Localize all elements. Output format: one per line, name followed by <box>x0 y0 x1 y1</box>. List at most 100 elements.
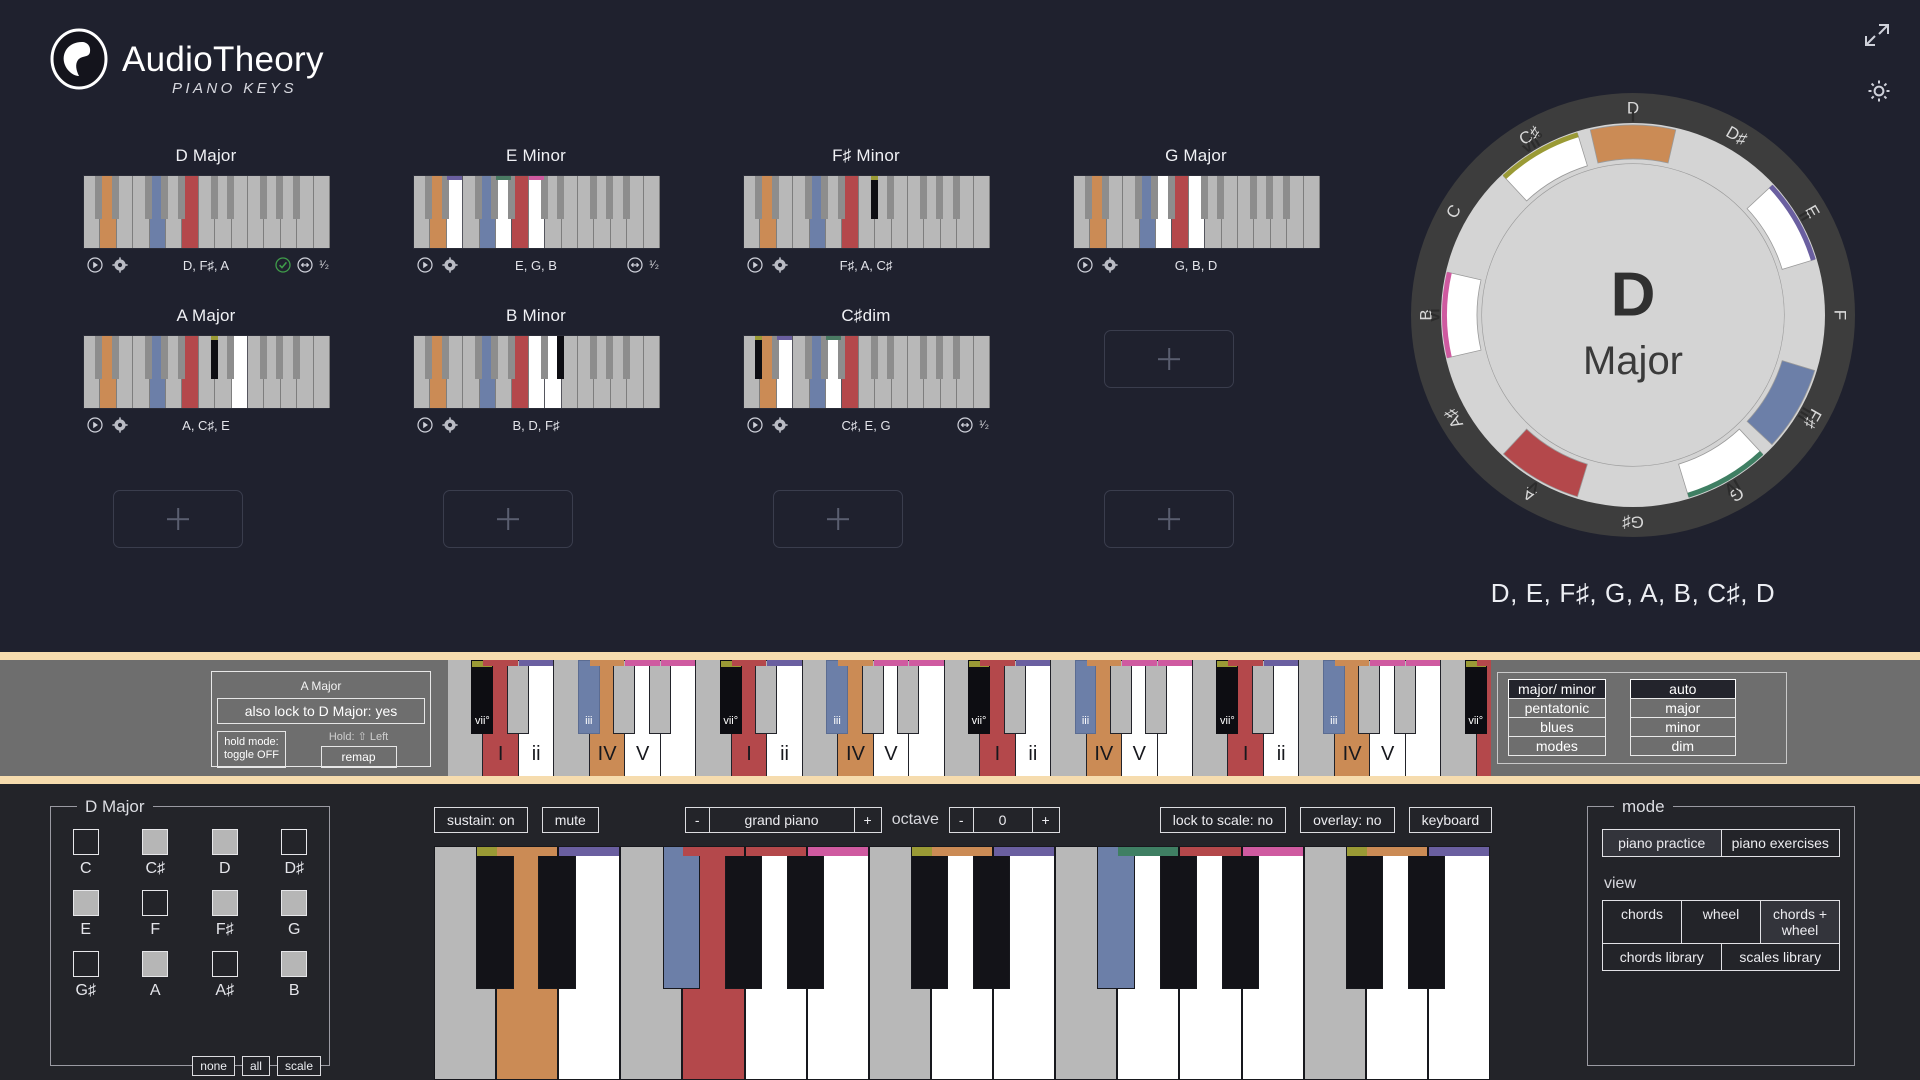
mode-button[interactable]: piano exercises <box>1720 829 1840 857</box>
note-checkbox[interactable] <box>281 829 308 855</box>
strip-black-key[interactable] <box>861 660 884 735</box>
mini-black-key[interactable] <box>557 336 564 380</box>
mini-white-key[interactable] <box>776 336 794 408</box>
strip-black-key[interactable]: iii <box>577 660 600 735</box>
chord-mini-keyboard[interactable] <box>83 335 330 409</box>
mini-black-key[interactable] <box>887 336 894 380</box>
mini-white-key[interactable] <box>313 336 330 408</box>
chord-mini-keyboard[interactable] <box>743 335 990 409</box>
mini-black-key[interactable] <box>541 176 548 220</box>
mini-white-key[interactable] <box>891 176 908 248</box>
mini-white-key[interactable] <box>1106 176 1124 248</box>
mini-black-key[interactable] <box>953 336 960 380</box>
mini-black-key[interactable] <box>953 176 960 220</box>
piano-black-key[interactable] <box>1221 846 1259 989</box>
mini-black-key[interactable] <box>805 336 812 380</box>
gear-icon[interactable] <box>1102 257 1118 273</box>
mini-black-key[interactable] <box>276 336 283 380</box>
scale-quality-button[interactable]: minor <box>1629 717 1736 737</box>
mini-white-key[interactable] <box>643 176 660 248</box>
scale-family-button[interactable]: major/ minor <box>1508 679 1606 699</box>
wheel-outer-note[interactable]: G♯ <box>1622 513 1644 532</box>
note-action-button[interactable]: scale <box>276 1056 321 1076</box>
mini-white-key[interactable] <box>561 336 578 408</box>
add-chord-button[interactable] <box>113 490 243 548</box>
chord-mini-keyboard[interactable] <box>1073 175 1320 249</box>
mini-black-key[interactable] <box>606 176 613 220</box>
mini-black-key[interactable] <box>227 336 234 380</box>
add-chord-button[interactable] <box>1104 330 1234 388</box>
note-checkbox[interactable] <box>211 951 238 977</box>
add-chord-button[interactable] <box>443 490 573 548</box>
strip-black-key[interactable] <box>1003 660 1026 735</box>
piano-black-key[interactable] <box>1408 846 1446 989</box>
octave-increment-button[interactable]: + <box>1031 807 1060 833</box>
mini-white-key[interactable] <box>1221 176 1238 248</box>
play-icon[interactable] <box>747 257 763 273</box>
mini-black-key[interactable] <box>508 336 515 380</box>
mini-black-key[interactable] <box>838 176 845 220</box>
mute-button[interactable]: mute <box>541 807 599 833</box>
chord-mini-keyboard[interactable] <box>413 335 660 409</box>
strip-black-key[interactable]: iii <box>1074 660 1097 735</box>
instrument-increment-button[interactable]: + <box>853 807 882 833</box>
strip-black-key[interactable] <box>1145 660 1168 735</box>
gear-icon[interactable] <box>442 417 458 433</box>
strip-black-key[interactable] <box>506 660 529 735</box>
mini-black-key[interactable] <box>95 336 102 380</box>
mini-black-key[interactable] <box>425 336 432 380</box>
add-chord-button[interactable] <box>773 490 903 548</box>
strip-black-key[interactable] <box>1358 660 1381 735</box>
mini-black-key[interactable] <box>508 176 515 220</box>
inversion-icon[interactable] <box>957 417 973 433</box>
hold-mode-toggle-button[interactable]: hold mode: toggle OFF <box>217 730 287 768</box>
mini-black-key[interactable] <box>1102 176 1109 220</box>
strip-keyboard[interactable]: vii° Iii iii IV Vvii° Iii iii IV Vvii° Iii iii IV Vv… <box>448 660 1491 776</box>
strip-black-key[interactable] <box>613 660 636 735</box>
gear-icon[interactable] <box>772 417 788 433</box>
mini-black-key[interactable] <box>557 176 564 220</box>
strip-black-key[interactable] <box>1109 660 1132 735</box>
piano-black-key[interactable] <box>973 846 1011 989</box>
lock-to-scale-button[interactable]: lock to scale: no <box>1159 807 1287 833</box>
note-checkbox[interactable] <box>72 951 99 977</box>
chord-card[interactable]: C♯dim C♯, E, G ¹⁄₂ <box>743 306 990 436</box>
mini-black-key[interactable] <box>161 336 168 380</box>
mini-black-key[interactable] <box>293 176 300 220</box>
strip-black-key[interactable] <box>897 660 920 735</box>
piano-black-key[interactable] <box>662 846 700 989</box>
mini-black-key[interactable] <box>442 336 449 380</box>
mini-black-key[interactable] <box>805 176 812 220</box>
inversion-icon[interactable] <box>627 257 643 273</box>
main-piano-keyboard[interactable] <box>434 846 1490 1080</box>
mini-black-key[interactable] <box>541 336 548 380</box>
note-checkbox[interactable] <box>211 829 238 855</box>
mini-black-key[interactable] <box>936 336 943 380</box>
mini-white-key[interactable] <box>561 176 578 248</box>
circle-of-fifths-wheel[interactable]: D D♯ E F F♯ G G♯ A A♯ B C C♯ Iii iii IV Vvi vii° D Major <box>1403 85 1863 545</box>
mini-white-key[interactable] <box>446 176 464 248</box>
note-checkbox[interactable] <box>142 829 169 855</box>
mini-black-key[interactable] <box>161 176 168 220</box>
mini-black-key[interactable] <box>871 336 878 380</box>
chord-card[interactable]: B Minor B, D, F♯ <box>413 306 660 436</box>
mini-black-key[interactable] <box>590 336 597 380</box>
mini-black-key[interactable] <box>623 336 630 380</box>
mini-black-key[interactable] <box>887 176 894 220</box>
note-checkbox[interactable] <box>281 951 308 977</box>
add-chord-button[interactable] <box>1104 490 1234 548</box>
scale-family-button[interactable]: pentatonic <box>1508 698 1606 718</box>
also-lock-button[interactable]: also lock to D Major: yes <box>217 698 425 724</box>
play-icon[interactable] <box>417 417 433 433</box>
mini-black-key[interactable] <box>1266 176 1273 220</box>
instrument-value[interactable]: grand piano <box>708 807 855 833</box>
mini-black-key[interactable] <box>491 176 498 220</box>
chord-card[interactable]: D Major D, F♯, A ¹⁄₂ <box>83 146 330 276</box>
mini-white-key[interactable] <box>891 336 908 408</box>
mini-black-key[interactable] <box>1135 176 1142 220</box>
strip-black-key[interactable]: vii° <box>1216 660 1239 735</box>
strip-black-key[interactable]: vii° <box>719 660 742 735</box>
gear-icon[interactable] <box>1866 78 1892 104</box>
piano-black-key[interactable] <box>1097 846 1135 989</box>
piano-black-key[interactable] <box>1345 846 1384 989</box>
